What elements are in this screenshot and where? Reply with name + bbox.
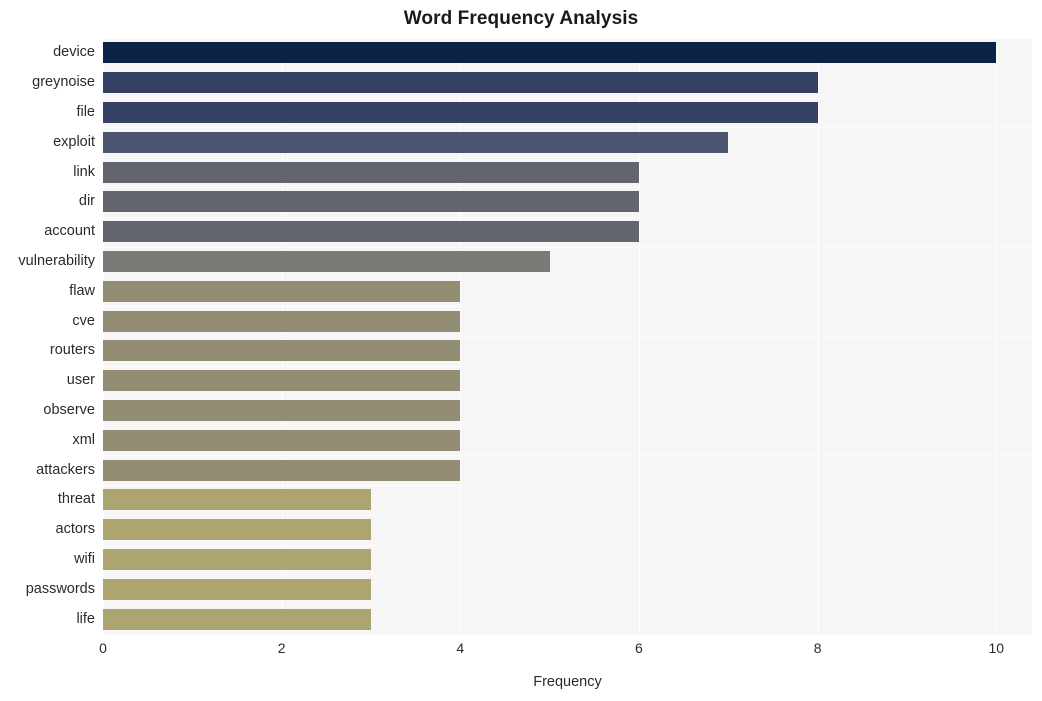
x-axis-tick-label: 8 (813, 640, 822, 656)
bar-row[interactable]: dir (79, 191, 1032, 213)
y-axis-tick-label: passwords (25, 580, 95, 597)
bar-row[interactable]: file (76, 102, 1032, 123)
horizontal-gridline (103, 276, 1032, 278)
y-axis-tick-label: life (76, 610, 95, 627)
horizontal-gridline (103, 365, 1032, 367)
bar-row[interactable]: passwords (26, 578, 1032, 600)
bar-row[interactable]: greynoise (32, 72, 1032, 94)
y-axis-tick-label: observe (43, 402, 95, 418)
y-axis-tick-label: xml (72, 431, 95, 448)
bar[interactable] (103, 161, 639, 183)
bar[interactable] (103, 72, 818, 94)
x-axis-tick-label: 6 (635, 640, 643, 656)
bar-row[interactable]: threat (58, 489, 1032, 511)
horizontal-gridline (103, 634, 1032, 635)
bar[interactable] (103, 608, 371, 630)
y-axis-tick-label: attackers (36, 461, 95, 478)
vertical-gridline (460, 38, 462, 634)
y-axis-tick-label: account (44, 223, 95, 240)
y-axis-tick-label: link (73, 163, 95, 180)
bar-row[interactable]: attackers (36, 459, 1032, 481)
vertical-gridline (996, 38, 998, 634)
y-axis-tick-label: threat (57, 491, 95, 508)
y-axis-tick-label: actors (55, 521, 96, 538)
vertical-gridline (817, 38, 819, 634)
bar-row[interactable]: user (67, 370, 1032, 392)
bar[interactable] (103, 340, 461, 362)
bar-row[interactable]: life (76, 608, 1032, 630)
bar[interactable] (103, 42, 997, 64)
horizontal-gridline (103, 485, 1032, 486)
horizontal-gridline (103, 246, 1032, 248)
horizontal-gridline (103, 127, 1032, 129)
horizontal-gridline (103, 157, 1032, 159)
x-axis-tick-label: 0 (99, 640, 107, 656)
bar[interactable] (103, 370, 461, 392)
bar-row[interactable]: exploit (53, 131, 1032, 153)
y-axis-tick-label: device (53, 44, 95, 61)
x-axis-label: Frequency (533, 674, 602, 690)
bar[interactable] (103, 489, 371, 511)
y-axis-tick-label: file (76, 104, 95, 120)
vertical-gridline (638, 38, 640, 634)
horizontal-gridline (103, 306, 1032, 308)
bar[interactable] (103, 310, 461, 332)
y-axis-tick-label: exploit (53, 133, 95, 150)
bar[interactable] (103, 459, 461, 481)
y-axis-tick-label: wifi (74, 551, 95, 567)
y-axis-tick-label: vulnerability (18, 253, 95, 269)
horizontal-gridline (103, 97, 1032, 99)
chart-title: Word Frequency Analysis (403, 8, 639, 29)
bar-row[interactable]: link (73, 161, 1032, 183)
bar-row[interactable]: xml (72, 429, 1032, 451)
horizontal-gridline (103, 544, 1032, 546)
bar[interactable] (103, 102, 818, 123)
y-axis-tick-label: routers (49, 342, 95, 359)
vertical-gridline (281, 38, 283, 634)
bar[interactable] (103, 221, 639, 243)
bar[interactable] (103, 191, 639, 213)
bar[interactable] (103, 280, 461, 302)
bar-row[interactable]: device (53, 42, 1032, 64)
bar-row[interactable]: vulnerability (18, 251, 1032, 272)
x-axis-tick-label: 4 (456, 640, 465, 656)
bar[interactable] (103, 429, 461, 451)
bar-row[interactable]: wifi (74, 549, 1032, 570)
horizontal-gridline (103, 425, 1032, 427)
word-frequency-bar-chart: Word Frequency Analysis device greynoise f… (0, 0, 1042, 701)
bar-row[interactable]: actors (56, 519, 1032, 541)
horizontal-gridline (103, 574, 1032, 576)
plot-area: device greynoise file exploit link dir account… (18, 38, 1032, 635)
horizontal-gridline (103, 67, 1032, 69)
horizontal-gridline (103, 604, 1032, 606)
horizontal-gridline (103, 187, 1032, 188)
horizontal-gridline (103, 395, 1032, 397)
horizontal-gridline (103, 216, 1032, 218)
y-axis-tick-label: flaw (69, 282, 95, 299)
bar[interactable] (103, 549, 371, 570)
bar-row[interactable]: account (44, 221, 1032, 243)
bar-row[interactable]: cve (72, 310, 1032, 332)
y-axis-tick-label: user (66, 372, 95, 389)
bar[interactable] (103, 400, 461, 421)
bar[interactable] (103, 131, 729, 153)
bar-row[interactable]: routers (50, 340, 1032, 362)
bar[interactable] (103, 251, 550, 272)
y-axis-tick-label: cve (72, 312, 95, 329)
horizontal-gridline (103, 38, 1032, 39)
bar-row[interactable]: observe (43, 400, 1032, 421)
horizontal-gridline (103, 455, 1032, 457)
x-axis-tick-label: 2 (277, 640, 286, 656)
horizontal-gridline (103, 514, 1032, 516)
y-axis-tick-label: greynoise (32, 74, 95, 91)
vertical-gridline (103, 38, 104, 634)
y-axis-tick-label: dir (78, 193, 95, 210)
bar[interactable] (103, 519, 371, 541)
x-axis-tick-label: 10 (988, 640, 1005, 656)
bar[interactable] (103, 578, 371, 600)
horizontal-gridline (103, 336, 1032, 337)
bar-row[interactable]: flaw (69, 280, 1032, 302)
